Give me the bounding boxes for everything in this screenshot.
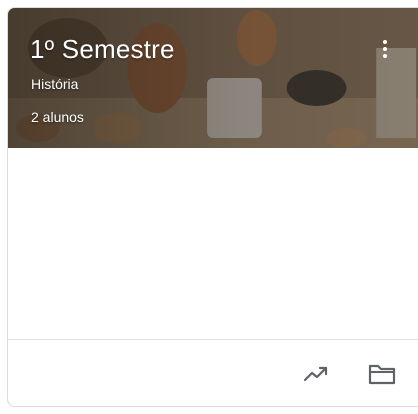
folder-icon	[368, 364, 396, 385]
class-card-footer	[8, 340, 418, 406]
gradebook-button[interactable]	[300, 358, 332, 390]
trending-up-icon	[303, 366, 328, 382]
more-options-button[interactable]	[372, 34, 398, 64]
class-card-header[interactable]: 1º Semestre História 2 alunos	[8, 8, 418, 148]
more-vert-icon-dot	[383, 47, 387, 51]
more-vert-icon	[383, 40, 387, 44]
class-title[interactable]: 1º Semestre	[30, 34, 175, 65]
class-card[interactable]: 1º Semestre História 2 alunos	[7, 7, 418, 407]
student-count: 2 alunos	[31, 109, 84, 125]
class-folder-button[interactable]	[366, 358, 398, 390]
class-subject: História	[31, 76, 79, 92]
class-card-body	[8, 148, 418, 340]
more-vert-icon-dot	[383, 54, 387, 58]
